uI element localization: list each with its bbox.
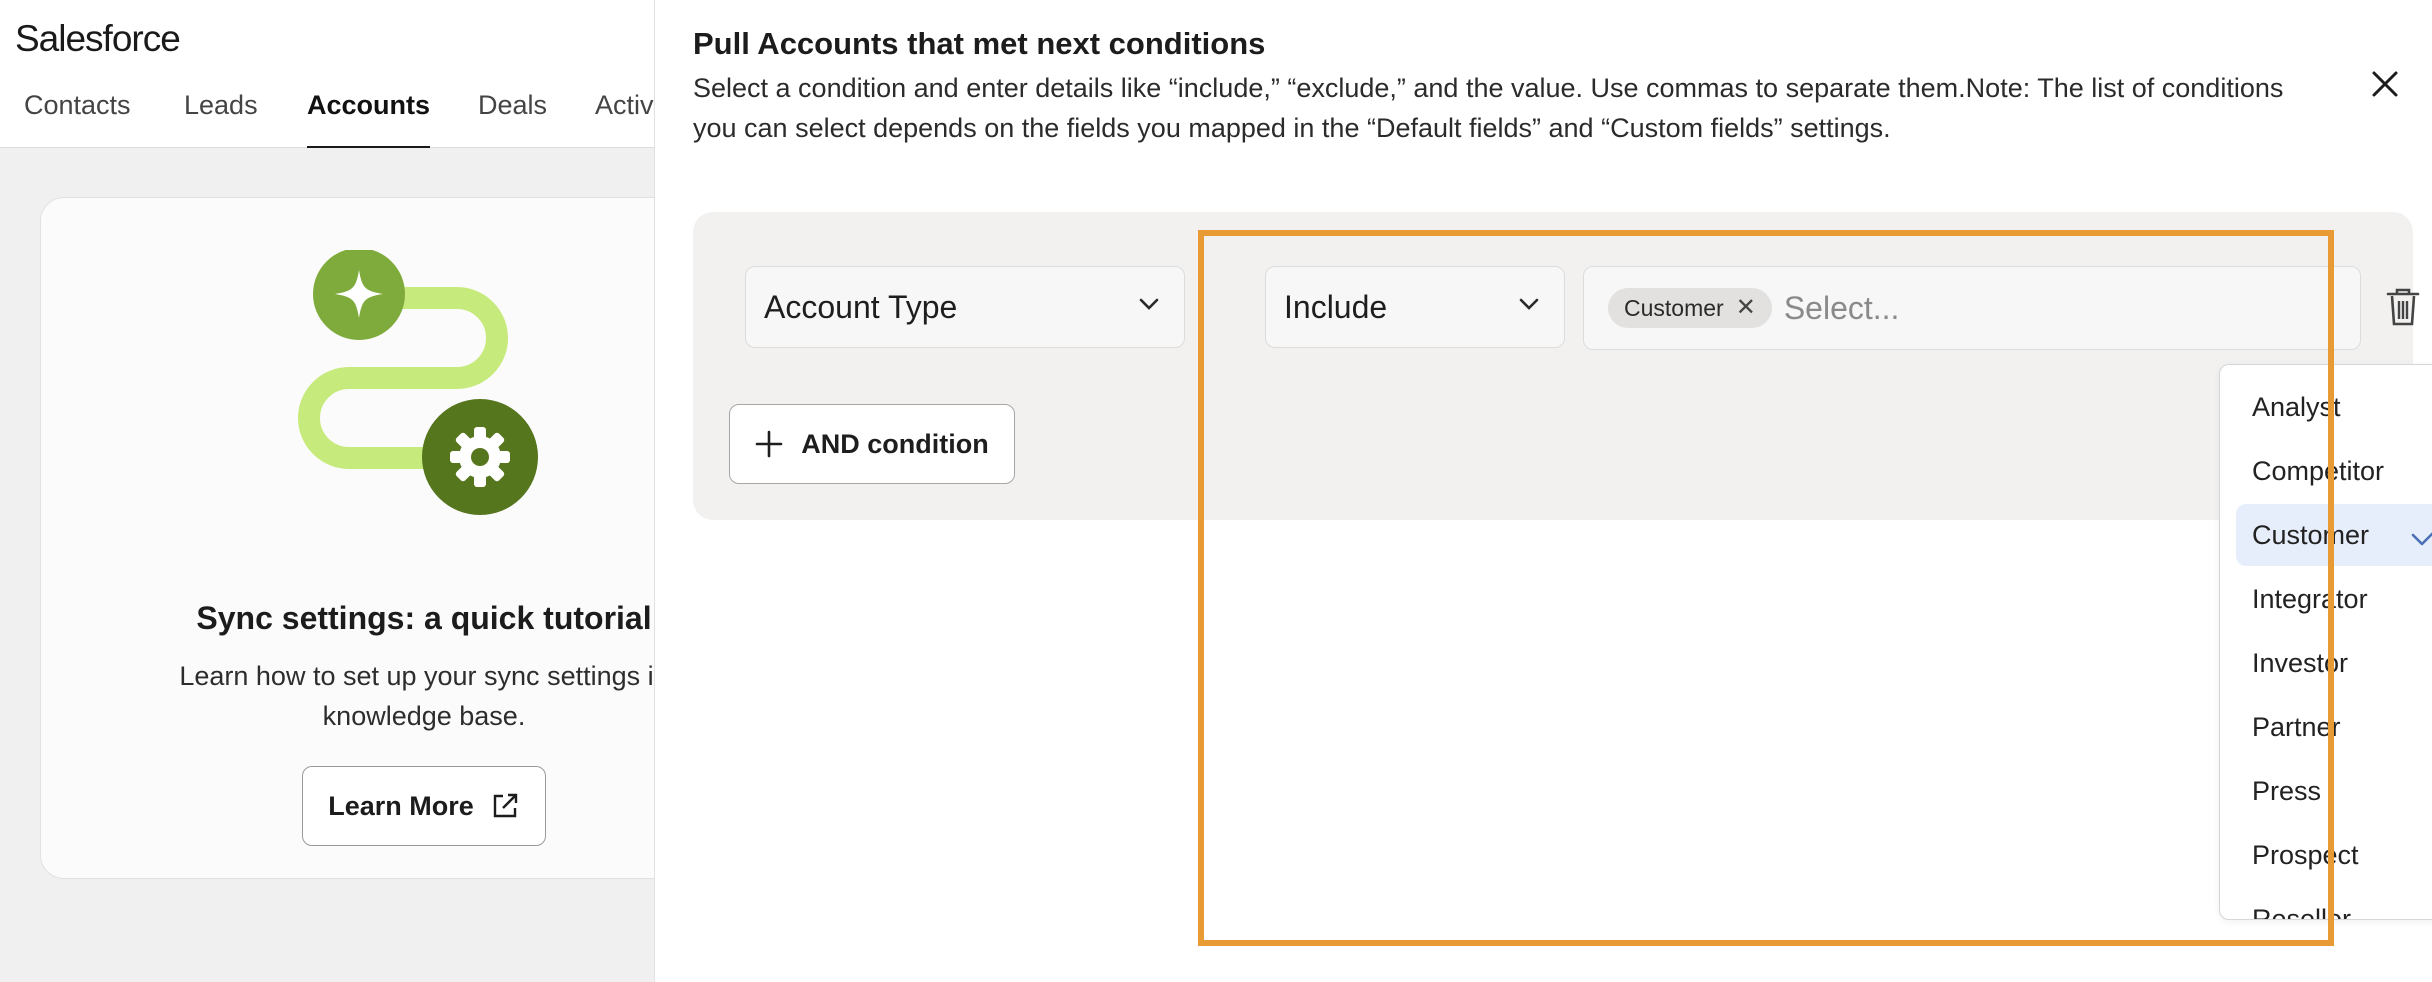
option-label: Prospect bbox=[2252, 839, 2359, 870]
conditions-panel: Pull Accounts that met next conditions S… bbox=[654, 0, 2432, 982]
value-chip-customer: Customer ✕ bbox=[1608, 288, 1772, 328]
option-label: Competitor bbox=[2252, 455, 2385, 486]
option-reseller[interactable]: Reseller bbox=[2236, 888, 2432, 920]
app-brand: Salesforce bbox=[15, 18, 181, 59]
tutorial-desc-line2: knowledge base. bbox=[322, 701, 526, 731]
option-label: Integrator bbox=[2252, 583, 2368, 614]
option-customer[interactable]: Customer bbox=[2236, 504, 2432, 566]
chip-remove-icon[interactable]: ✕ bbox=[1736, 296, 1756, 320]
field-select-value: Account Type bbox=[764, 288, 958, 325]
panel-desc-line1: Select a condition and enter details lik… bbox=[693, 73, 2284, 103]
field-select[interactable]: Account Type bbox=[745, 266, 1185, 348]
panel-description: Select a condition and enter details lik… bbox=[693, 68, 2333, 148]
sparkle-icon bbox=[313, 250, 405, 340]
tab-accounts[interactable]: Accounts bbox=[307, 92, 431, 150]
background-page: Salesforce Contacts Leads Accounts Deals… bbox=[0, 0, 654, 982]
tab-deals[interactable]: Deals bbox=[478, 92, 547, 148]
option-analyst[interactable]: Analyst bbox=[2236, 376, 2432, 438]
gear-icon bbox=[422, 399, 538, 515]
tab-activities[interactable]: Activ bbox=[595, 92, 654, 148]
chevron-down-icon bbox=[1519, 298, 1539, 310]
option-label: Press bbox=[2252, 775, 2322, 806]
learn-more-label: Learn More bbox=[328, 790, 474, 821]
sync-illustration bbox=[298, 250, 538, 515]
option-competitor[interactable]: Competitor bbox=[2236, 440, 2432, 502]
option-investor[interactable]: Investor bbox=[2236, 632, 2432, 694]
check-icon bbox=[2411, 532, 2432, 546]
external-link-icon bbox=[493, 793, 517, 818]
add-and-condition-button[interactable]: AND condition bbox=[729, 404, 1015, 484]
chip-label: Customer bbox=[1624, 294, 1724, 321]
trash-icon[interactable] bbox=[2385, 286, 2421, 328]
option-press[interactable]: Press bbox=[2236, 760, 2432, 822]
tutorial-desc-line1: Learn how to set up your sync settings i… bbox=[179, 661, 654, 691]
and-condition-label: AND condition bbox=[801, 428, 989, 459]
option-prospect[interactable]: Prospect bbox=[2236, 824, 2432, 886]
tab-leads[interactable]: Leads bbox=[184, 92, 258, 148]
chevron-down-icon bbox=[1139, 298, 1159, 310]
option-integrator[interactable]: Integrator bbox=[2236, 568, 2432, 630]
panel-desc-line2: you can select depends on the fields you… bbox=[693, 113, 1891, 143]
option-label: Customer bbox=[2252, 519, 2370, 550]
learn-more-button[interactable]: Learn More bbox=[302, 766, 546, 846]
option-label: Analyst bbox=[2252, 391, 2341, 422]
option-label: Investor bbox=[2252, 647, 2349, 678]
tutorial-title: Sync settings: a quick tutorial bbox=[196, 600, 652, 636]
tab-bar: Contacts Leads Accounts Deals Activ bbox=[0, 86, 654, 150]
operator-select-value: Include bbox=[1284, 288, 1388, 325]
value-multiselect[interactable]: Customer ✕ bbox=[1583, 266, 2361, 350]
value-search-input[interactable] bbox=[1783, 289, 2084, 327]
tutorial-description: Learn how to set up your sync settings i… bbox=[130, 656, 654, 736]
close-icon bbox=[2372, 71, 2398, 97]
panel-title: Pull Accounts that met next conditions bbox=[693, 26, 1266, 61]
option-label: Partner bbox=[2252, 711, 2341, 742]
tab-contacts[interactable]: Contacts bbox=[24, 92, 131, 148]
plus-icon bbox=[755, 430, 783, 458]
option-partner[interactable]: Partner bbox=[2236, 696, 2432, 758]
close-button[interactable] bbox=[2367, 66, 2403, 102]
operator-select[interactable]: Include bbox=[1265, 266, 1565, 348]
value-dropdown: Analyst Competitor Customer Integrator I… bbox=[2219, 364, 2432, 920]
option-label: Reseller bbox=[2252, 903, 2352, 920]
condition-group: Account Type Include Customer ✕ Select..… bbox=[693, 212, 2420, 520]
